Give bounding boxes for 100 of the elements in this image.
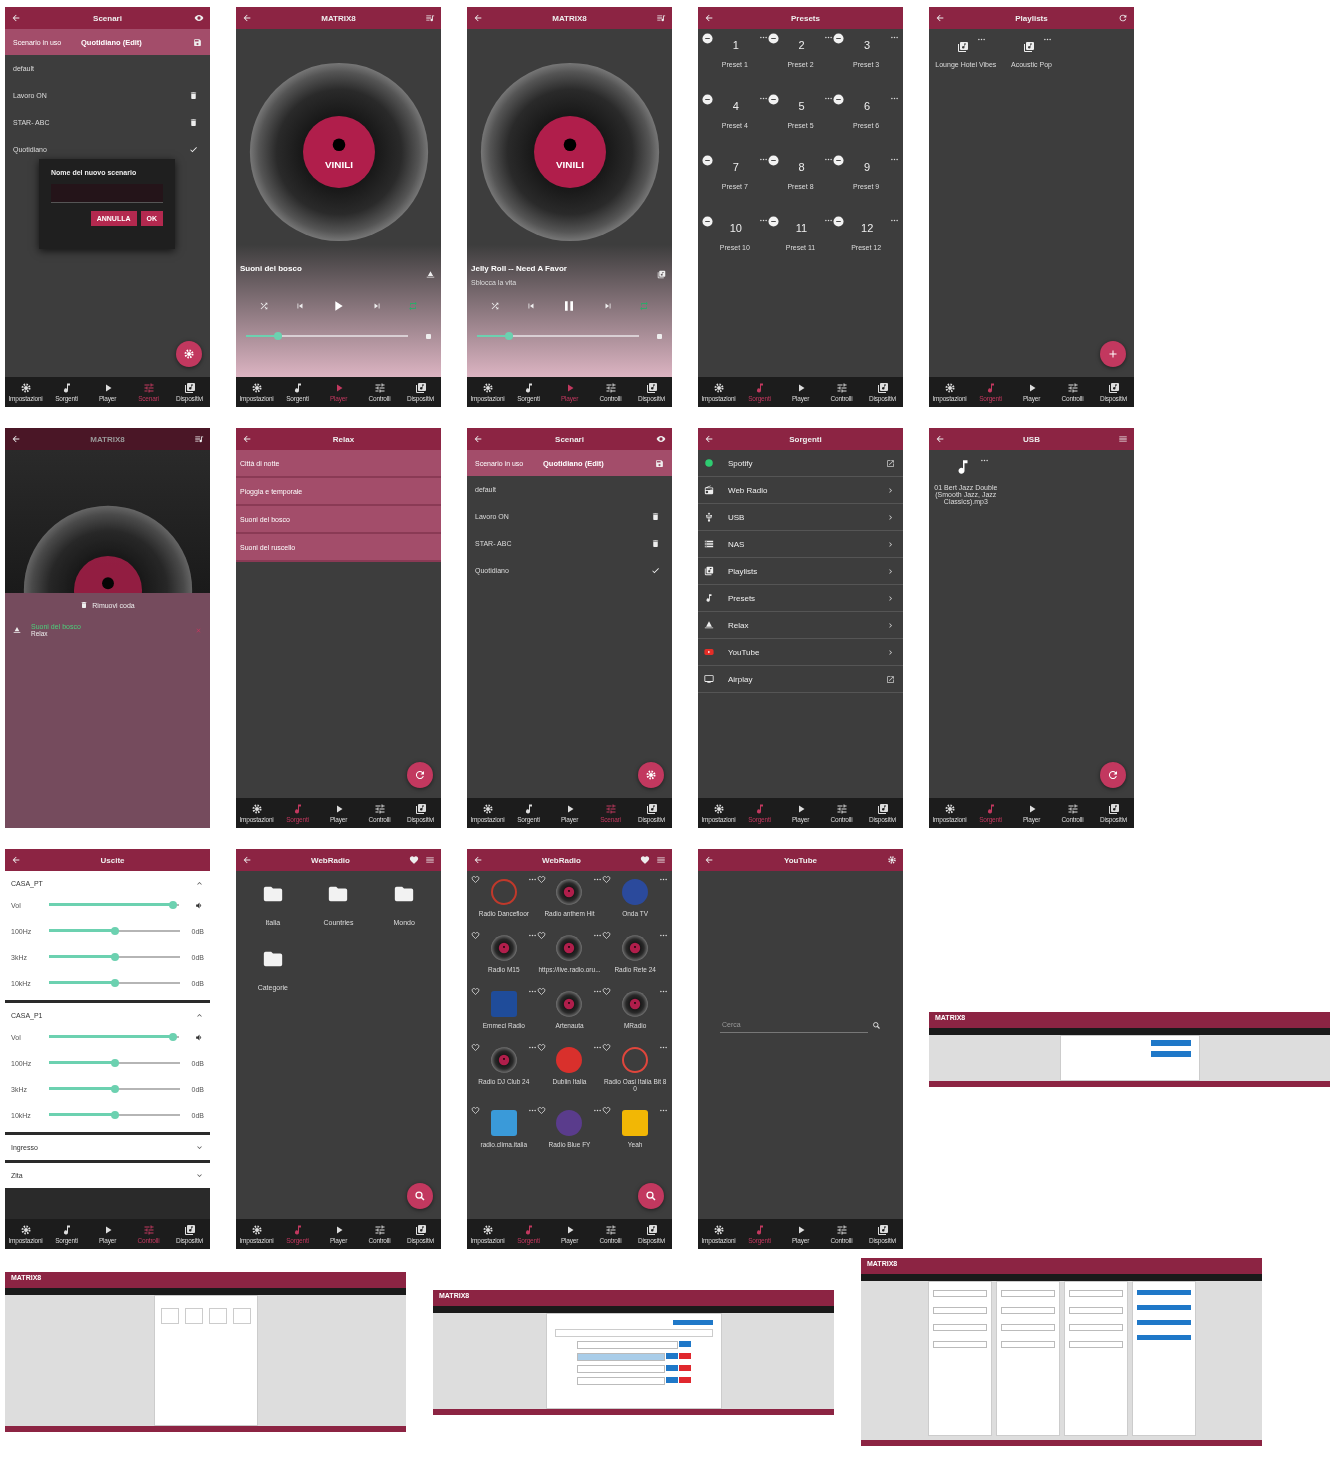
input-field[interactable]: [1068, 1307, 1123, 1314]
input-field[interactable]: [932, 1341, 987, 1348]
source-item[interactable]: YouTube: [698, 639, 903, 666]
list-field[interactable]: [576, 1340, 678, 1349]
source-item[interactable]: NAS: [698, 531, 903, 558]
heart-icon[interactable]: [471, 987, 480, 996]
list-field[interactable]: [576, 1352, 665, 1361]
minus-circle-icon[interactable]: [833, 155, 845, 166]
minus-circle-icon[interactable]: [767, 216, 779, 227]
input-field[interactable]: [1068, 1341, 1123, 1348]
heart-icon[interactable]: [602, 931, 612, 940]
next-icon[interactable]: [372, 301, 383, 311]
input-field[interactable]: [1000, 1324, 1055, 1331]
delete-button[interactable]: [678, 1376, 691, 1383]
action-button[interactable]: [665, 1376, 678, 1383]
trash-icon[interactable]: [651, 539, 660, 548]
heart-icon[interactable]: [602, 1043, 612, 1052]
source-item[interactable]: Relax: [698, 612, 903, 639]
save-icon[interactable]: [193, 37, 202, 47]
minus-circle-icon[interactable]: [702, 155, 713, 166]
queue-icon[interactable]: [194, 434, 204, 444]
heart-icon[interactable]: [602, 1106, 612, 1115]
minus-circle-icon[interactable]: [767, 33, 779, 44]
input-field[interactable]: [932, 1290, 987, 1297]
eye-icon[interactable]: [194, 13, 204, 23]
shuffle-icon[interactable]: [258, 301, 269, 311]
shuffle-icon[interactable]: [489, 301, 500, 311]
heart-icon[interactable]: [536, 987, 546, 996]
input-field[interactable]: [932, 1324, 987, 1331]
heart-icon[interactable]: [602, 875, 612, 884]
source-item[interactable]: USB: [698, 504, 903, 531]
next-icon[interactable]: [603, 301, 614, 311]
option-tile[interactable]: [160, 1308, 179, 1324]
list-field[interactable]: [576, 1364, 665, 1373]
input-field[interactable]: [1000, 1307, 1055, 1314]
minus-circle-icon[interactable]: [767, 155, 779, 166]
floating-button[interactable]: [638, 762, 664, 788]
action-button[interactable]: [1150, 1050, 1191, 1057]
list-field[interactable]: [576, 1376, 665, 1385]
action-button[interactable]: [665, 1352, 678, 1359]
input-field[interactable]: [1000, 1341, 1055, 1348]
heart-icon[interactable]: [471, 931, 480, 940]
source-item[interactable]: Presets: [698, 585, 903, 612]
heart-icon[interactable]: [536, 1106, 546, 1115]
input-field[interactable]: [932, 1307, 987, 1314]
floating-button[interactable]: [407, 762, 433, 788]
refresh-icon[interactable]: [1118, 13, 1128, 23]
action-button[interactable]: [665, 1364, 678, 1371]
minus-circle-icon[interactable]: [833, 94, 845, 105]
option-tile[interactable]: [184, 1308, 203, 1324]
speaker-icon[interactable]: [195, 1032, 204, 1042]
floating-button[interactable]: [1100, 762, 1126, 788]
trash-icon[interactable]: [651, 512, 660, 521]
floating-button[interactable]: [407, 1183, 433, 1209]
search-field[interactable]: [554, 1328, 713, 1337]
source-item[interactable]: Web Radio: [698, 477, 903, 504]
input-field[interactable]: [1000, 1290, 1055, 1297]
playlist-icon[interactable]: [1023, 41, 1035, 53]
floating-button[interactable]: [638, 1183, 664, 1209]
heart-icon[interactable]: [536, 931, 546, 940]
option-tile[interactable]: [232, 1308, 251, 1324]
slider[interactable]: [49, 1033, 179, 1041]
minus-circle-icon[interactable]: [767, 94, 779, 105]
option-tile[interactable]: [208, 1308, 227, 1324]
source-item[interactable]: Playlists: [698, 558, 903, 585]
trash-icon[interactable]: [189, 118, 198, 127]
queue-icon[interactable]: [656, 13, 666, 23]
delete-button[interactable]: [678, 1364, 691, 1371]
minus-circle-icon[interactable]: [702, 94, 713, 105]
settings-icon[interactable]: [887, 855, 897, 865]
delete-button[interactable]: [678, 1352, 691, 1359]
floating-button[interactable]: [176, 341, 202, 367]
minus-circle-icon[interactable]: [833, 33, 845, 44]
save-icon[interactable]: [655, 458, 664, 468]
heart-icon[interactable]: [409, 855, 419, 865]
input-field[interactable]: [1068, 1290, 1123, 1297]
speaker-icon[interactable]: [195, 900, 204, 910]
heart-icon[interactable]: [602, 987, 612, 996]
heart-icon[interactable]: [471, 1043, 480, 1052]
input-field[interactable]: [1068, 1324, 1123, 1331]
heart-icon[interactable]: [471, 875, 480, 884]
heart-icon[interactable]: [536, 1043, 546, 1052]
minus-circle-icon[interactable]: [702, 216, 713, 227]
heart-icon[interactable]: [536, 875, 546, 884]
queue-icon[interactable]: [425, 13, 435, 23]
action-button[interactable]: [678, 1340, 691, 1347]
eye-icon[interactable]: [656, 434, 666, 444]
slider[interactable]: [49, 901, 179, 909]
input-field[interactable]: [51, 184, 163, 203]
minus-circle-icon[interactable]: [702, 33, 713, 44]
source-item[interactable]: Spotify: [698, 450, 903, 477]
playlist-icon[interactable]: [957, 41, 970, 53]
minus-circle-icon[interactable]: [833, 216, 845, 227]
heart-icon[interactable]: [471, 1106, 480, 1115]
floating-button[interactable]: [1100, 341, 1126, 367]
heart-icon[interactable]: [640, 855, 650, 865]
source-item[interactable]: Airplay: [698, 666, 903, 693]
trash-icon[interactable]: [189, 91, 198, 100]
action-button[interactable]: [1150, 1039, 1191, 1046]
action-button[interactable]: [672, 1319, 713, 1325]
